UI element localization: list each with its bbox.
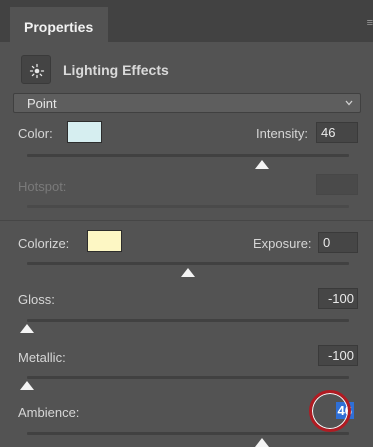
- properties-panel: Properties ≡ Lighting Effects Point Colo…: [0, 0, 373, 447]
- intensity-slider-track[interactable]: [27, 154, 349, 157]
- exposure-slider-thumb[interactable]: [181, 268, 195, 277]
- ambience-label: Ambience:: [18, 405, 80, 420]
- highlight-circle: [309, 390, 351, 432]
- light-type-value: Point: [27, 96, 57, 111]
- color-label: Color:: [18, 126, 53, 141]
- intensity-slider-thumb[interactable]: [255, 160, 270, 169]
- metallic-label: Metallic:: [18, 350, 66, 365]
- panel-menu-icon[interactable]: ≡: [367, 17, 373, 29]
- metallic-input[interactable]: -100: [318, 345, 358, 366]
- metallic-slider-thumb[interactable]: [20, 381, 34, 390]
- ambience-slider-track[interactable]: [27, 432, 349, 435]
- gloss-input[interactable]: -100: [318, 288, 358, 309]
- intensity-label: Intensity:: [256, 126, 309, 141]
- light-type-dropdown[interactable]: Point: [13, 93, 361, 113]
- lighting-effects-icon: [21, 55, 51, 84]
- hotspot-label: Hotspot:: [18, 179, 67, 194]
- chevron-down-icon: [345, 100, 353, 106]
- gloss-slider-thumb[interactable]: [20, 324, 34, 333]
- panel-title: Lighting Effects: [63, 62, 169, 78]
- tab-bar: Properties ≡: [0, 0, 373, 42]
- ambience-slider-thumb[interactable]: [255, 438, 270, 447]
- hotspot-input: [316, 174, 358, 195]
- exposure-slider-track[interactable]: [27, 262, 349, 265]
- metallic-slider-track[interactable]: [27, 376, 349, 379]
- tab-properties[interactable]: Properties: [10, 7, 108, 42]
- gloss-label: Gloss:: [18, 292, 55, 307]
- colorize-swatch[interactable]: [87, 230, 122, 252]
- hotspot-slider-track: [27, 205, 349, 208]
- colorize-label: Colorize:: [18, 236, 70, 251]
- exposure-label: Exposure:: [253, 236, 312, 251]
- gloss-slider-track[interactable]: [27, 319, 349, 322]
- intensity-input[interactable]: 46: [316, 122, 358, 143]
- exposure-input[interactable]: 0: [318, 232, 358, 253]
- section-divider: [0, 220, 373, 221]
- light-color-swatch[interactable]: [67, 121, 102, 143]
